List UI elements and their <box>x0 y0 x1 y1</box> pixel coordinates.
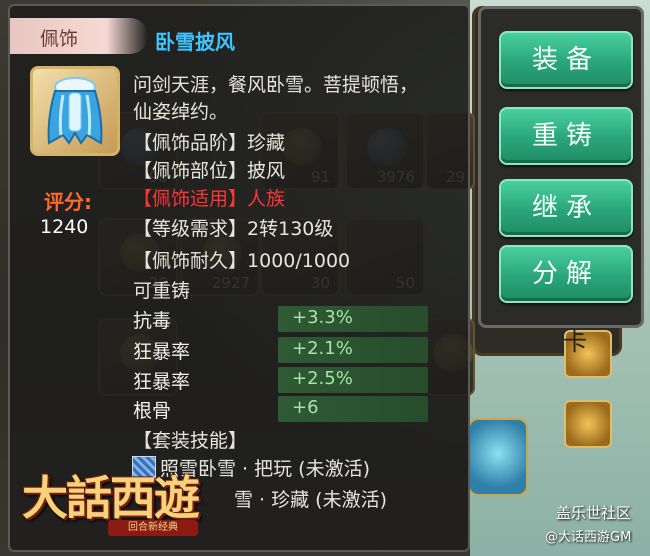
score-label: 评分: <box>44 190 92 214</box>
description-line: 仙姿绰约。 <box>133 101 229 123</box>
action-panel: 装备 重铸 继承 分解 <box>478 6 644 328</box>
stat-value: +3.3% <box>292 307 353 328</box>
attribute-durability: 【佩饰耐久】1000/1000 <box>133 250 351 272</box>
equip-button[interactable]: 装备 <box>499 31 633 89</box>
stat-name: 狂暴率 <box>133 341 191 363</box>
reforgeable-label: 可重铸 <box>133 280 191 302</box>
attribute-slot: 【佩饰部位】披风 <box>133 160 286 182</box>
logo-subtitle: 回合新经典 <box>108 520 198 536</box>
stat-name: 抗毒 <box>133 310 172 332</box>
attribute-quality: 【佩饰品阶】珍藏 <box>133 132 286 154</box>
stat-value-bar: +6 <box>278 396 428 422</box>
set-skill-entry: 雪 · 珍藏 (未激活) <box>234 489 387 511</box>
stat-value: +6 <box>292 397 319 418</box>
stat-name: 根骨 <box>133 400 172 422</box>
watermark-community: 盖乐世社区 <box>556 504 632 522</box>
game-logo: 大話西遊 回合新经典 <box>22 462 242 552</box>
item-name: 卧雪披风 <box>155 30 235 54</box>
stat-value: +2.1% <box>292 338 353 359</box>
stat-value: +2.5% <box>292 368 353 389</box>
logo-title: 大話西遊 <box>22 471 200 525</box>
category-tag: 佩饰 <box>10 18 148 54</box>
set-skill-header: 【套装技能】 <box>133 430 248 452</box>
description-line: 问剑天涯，餐风卧雪。菩提顿悟， <box>133 74 419 96</box>
side-item-slot[interactable] <box>564 400 612 448</box>
category-label: 佩饰 <box>40 28 79 50</box>
stat-value-bar: +2.5% <box>278 367 428 393</box>
stat-value-bar: +3.3% <box>278 306 428 332</box>
background-glyph: 卡 <box>563 328 587 356</box>
score-value: 1240 <box>40 216 89 238</box>
stat-value-bar: +2.1% <box>278 337 428 363</box>
inherit-button[interactable]: 继承 <box>499 179 633 237</box>
inventory-cape-item[interactable] <box>468 418 528 496</box>
cape-icon <box>47 77 103 145</box>
disassemble-button[interactable]: 分解 <box>499 245 633 303</box>
watermark-handle: @大话西游GM <box>545 530 632 545</box>
reforge-button[interactable]: 重铸 <box>499 107 633 165</box>
attribute-level-requirement: 【等级需求】2转130级 <box>133 218 334 240</box>
attribute-race: 【佩饰适用】人族 <box>133 188 286 210</box>
stat-name: 狂暴率 <box>133 371 191 393</box>
item-icon-frame <box>30 66 120 156</box>
